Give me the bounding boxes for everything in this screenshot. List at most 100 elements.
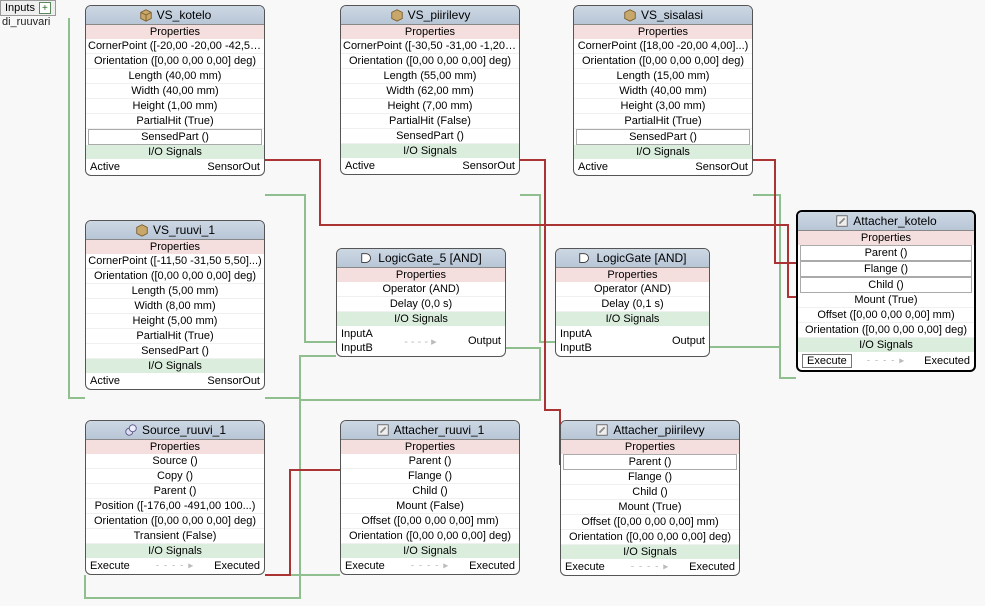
title-text: LogicGate_5 [AND]	[378, 251, 481, 265]
logicgate-icon	[360, 251, 374, 265]
prop-row: PartialHit (True)	[574, 114, 752, 129]
prop-row: Orientation ([0,00 0,00 0,00] deg)	[86, 269, 264, 284]
prop-row: PartialHit (True)	[86, 329, 264, 344]
sensed-part-field[interactable]: SensedPart ()	[576, 129, 750, 145]
prop-row: Width (62,00 mm)	[341, 84, 519, 99]
prop-row: Delay (0,0 s)	[337, 297, 505, 312]
inputs-list: di_ruuvari	[2, 16, 50, 28]
prop-row: Orientation ([0,00 0,00 0,00] deg)	[574, 54, 752, 69]
port-executed[interactable]: Executed	[469, 560, 515, 572]
node-title: VS_kotelo	[86, 6, 264, 25]
port-inputB[interactable]: InputB	[560, 342, 592, 354]
prop-row: Position ([-176,00 -491,00 100...)	[86, 499, 264, 514]
io-header: I/O Signals	[86, 359, 264, 373]
child-field[interactable]: Child ()	[800, 277, 972, 293]
parent-field[interactable]: Parent ()	[563, 454, 737, 470]
prop-row: Orientation ([0,00 0,00 0,00] deg)	[86, 54, 264, 69]
port-output[interactable]: Output	[468, 335, 501, 347]
prop-row: SensedPart ()	[86, 344, 264, 359]
prop-row: Length (55,00 mm)	[341, 69, 519, 84]
prop-row: Orientation ([0,00 0,00 0,00] deg)	[86, 514, 264, 529]
node-vs-kotelo[interactable]: VS_kotelo Properties CornerPoint ([-20,0…	[85, 5, 265, 176]
port-execute[interactable]: Execute	[90, 560, 130, 572]
prop-row: Orientation ([0,00 0,00 0,00] deg)	[798, 323, 974, 338]
inputs-label: Inputs	[5, 2, 35, 14]
port-inputB[interactable]: InputB	[341, 342, 373, 354]
title-text: Attacher_ruuvi_1	[394, 423, 485, 437]
prop-row: CornerPoint ([-11,50 -31,50 5,50]...)	[86, 254, 264, 269]
flange-field[interactable]: Flange ()	[800, 261, 972, 277]
port-executed[interactable]: Executed	[924, 355, 970, 367]
node-title: LogicGate_5 [AND]	[337, 249, 505, 268]
port-execute[interactable]: Execute	[345, 560, 385, 572]
title-text: VS_ruuvi_1	[153, 223, 215, 237]
io-header: I/O Signals	[341, 144, 519, 158]
prop-row: Source ()	[86, 454, 264, 469]
prop-row: Offset ([0,00 0,00 0,00] mm)	[341, 514, 519, 529]
title-text: Attacher_kotelo	[853, 214, 936, 228]
port-executed[interactable]: Executed	[214, 560, 260, 572]
port-inputA[interactable]: InputA	[560, 328, 592, 340]
port-active[interactable]: Active	[345, 160, 375, 172]
prop-row: Length (40,00 mm)	[86, 69, 264, 84]
attacher-icon	[595, 423, 609, 437]
prop-row: Height (5,00 mm)	[86, 314, 264, 329]
sensed-part-field[interactable]: SensedPart ()	[88, 129, 262, 145]
prop-row: Height (1,00 mm)	[86, 99, 264, 114]
node-vs-piirilevy[interactable]: VS_piirilevy Properties CornerPoint ([-3…	[340, 5, 520, 175]
prop-row: Orientation ([0,00 0,00 0,00] deg)	[561, 530, 739, 545]
prop-row: PartialHit (False)	[341, 114, 519, 129]
port-inputA[interactable]: InputA	[341, 328, 373, 340]
port-sensorout[interactable]: SensorOut	[695, 161, 748, 173]
port-execute[interactable]: Execute	[802, 354, 852, 368]
inputs-panel: Inputs +	[0, 0, 56, 16]
io-header: I/O Signals	[561, 545, 739, 559]
port-execute[interactable]: Execute	[565, 561, 605, 573]
node-title: Attacher_piirilevy	[561, 421, 739, 440]
io-row: Execute - - - - ▸ Executed	[341, 558, 519, 574]
properties-header: Properties	[556, 268, 709, 282]
node-vs-ruuvi-1[interactable]: VS_ruuvi_1 Properties CornerPoint ([-11,…	[85, 220, 265, 390]
source-icon	[124, 423, 138, 437]
port-active[interactable]: Active	[578, 161, 608, 173]
add-input-button[interactable]: +	[39, 2, 51, 14]
arrow-icon: - - - - ▸	[867, 356, 905, 367]
node-source-ruuvi-1[interactable]: Source_ruuvi_1 Properties Source () Copy…	[85, 420, 265, 575]
parent-field[interactable]: Parent ()	[800, 245, 972, 261]
io-row: Execute - - - - ▸ Executed	[798, 352, 974, 370]
io-row: Active SensorOut	[86, 373, 264, 389]
port-output[interactable]: Output	[672, 335, 705, 347]
logicgate-icon	[578, 251, 592, 265]
prop-row: Height (7,00 mm)	[341, 99, 519, 114]
prop-row: Child ()	[341, 484, 519, 499]
port-sensorout[interactable]: SensorOut	[207, 161, 260, 173]
prop-row: Transient (False)	[86, 529, 264, 544]
port-active[interactable]: Active	[90, 375, 120, 387]
port-sensorout[interactable]: SensorOut	[207, 375, 260, 387]
prop-row: Offset ([0,00 0,00 0,00] mm)	[798, 308, 974, 323]
port-active[interactable]: Active	[90, 161, 120, 173]
properties-header: Properties	[798, 231, 974, 245]
port-executed[interactable]: Executed	[689, 561, 735, 573]
arrow-icon: - - - - ▸	[631, 562, 669, 573]
node-logicgate[interactable]: LogicGate [AND] Properties Operator (AND…	[555, 248, 710, 357]
arrow-icon: - - - - ▸	[411, 561, 449, 572]
properties-header: Properties	[341, 25, 519, 39]
prop-row: CornerPoint ([18,00 -20,00 4,00]...)	[574, 39, 752, 54]
node-title: Source_ruuvi_1	[86, 421, 264, 440]
prop-row: Width (8,00 mm)	[86, 299, 264, 314]
node-attacher-ruuvi-1[interactable]: Attacher_ruuvi_1 Properties Parent () Fl…	[340, 420, 520, 575]
io-header: I/O Signals	[337, 312, 505, 326]
node-logicgate-5[interactable]: LogicGate_5 [AND] Properties Operator (A…	[336, 248, 506, 357]
prop-row: Flange ()	[561, 470, 739, 485]
prop-row: PartialHit (True)	[86, 114, 264, 129]
input-item[interactable]: di_ruuvari	[2, 16, 50, 28]
properties-header: Properties	[341, 440, 519, 454]
node-vs-sisalasi[interactable]: VS_sisalasi Properties CornerPoint ([18,…	[573, 5, 753, 176]
io-header: I/O Signals	[86, 544, 264, 558]
node-attacher-kotelo[interactable]: Attacher_kotelo Properties Parent () Fla…	[796, 210, 976, 372]
io-header: I/O Signals	[574, 145, 752, 159]
node-attacher-piirilevy[interactable]: Attacher_piirilevy Properties Parent () …	[560, 420, 740, 576]
port-sensorout[interactable]: SensorOut	[462, 160, 515, 172]
prop-row: Width (40,00 mm)	[86, 84, 264, 99]
